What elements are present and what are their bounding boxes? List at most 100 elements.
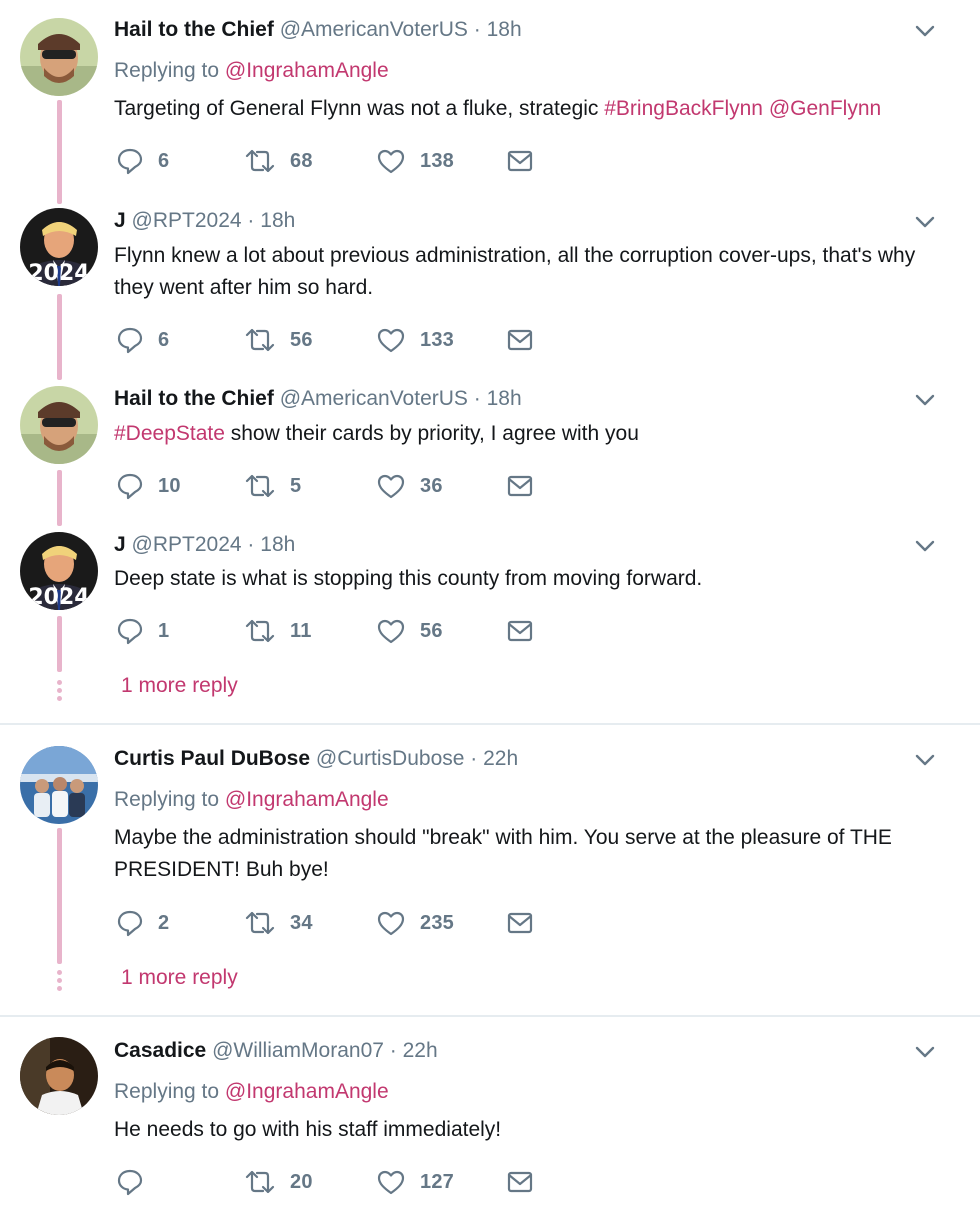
reply-icon bbox=[116, 617, 144, 645]
replying-to-mention[interactable]: @IngrahamAngle bbox=[225, 59, 389, 82]
tweet-actions: 1 11 56 bbox=[116, 616, 556, 646]
tweet-header: J @RPT2024 · 18h bbox=[114, 207, 295, 235]
direct-message-icon bbox=[506, 328, 534, 352]
author-handle[interactable]: @AmericanVoterUS bbox=[280, 387, 468, 410]
retweet-button[interactable]: 68 bbox=[244, 146, 313, 176]
replying-to: Replying to @IngrahamAngle bbox=[114, 786, 389, 814]
like-count: 36 bbox=[420, 474, 443, 497]
retweet-icon bbox=[244, 617, 276, 645]
tweet-text: #DeepState show their cards by priority,… bbox=[114, 418, 954, 450]
like-button[interactable]: 133 bbox=[376, 325, 454, 355]
like-button[interactable]: 138 bbox=[376, 146, 454, 176]
direct-message-button[interactable] bbox=[506, 1167, 534, 1197]
tweet-header: Hail to the Chief @AmericanVoterUS · 18h bbox=[114, 16, 522, 44]
replying-to-mention[interactable]: @IngrahamAngle bbox=[225, 1080, 389, 1103]
author-handle[interactable]: @WilliamMoran07 bbox=[212, 1039, 384, 1062]
retweet-button[interactable]: 34 bbox=[244, 908, 313, 938]
like-button[interactable]: 56 bbox=[376, 616, 443, 646]
reply-button[interactable]: 6 bbox=[116, 146, 169, 176]
like-button[interactable]: 235 bbox=[376, 908, 454, 938]
author-name[interactable]: Hail to the Chief bbox=[114, 18, 274, 41]
more-replies-link[interactable]: 1 more reply bbox=[121, 966, 238, 990]
reply-button[interactable]: 10 bbox=[116, 471, 181, 501]
time-separator: · bbox=[473, 387, 481, 410]
thread-line bbox=[57, 100, 62, 204]
retweet-button[interactable]: 11 bbox=[244, 616, 312, 646]
retweet-icon bbox=[244, 909, 276, 937]
like-count: 235 bbox=[420, 911, 454, 934]
avatar[interactable] bbox=[20, 18, 98, 96]
avatar[interactable]: 2024 bbox=[20, 532, 98, 610]
author-name[interactable]: J bbox=[114, 533, 126, 556]
avatar[interactable] bbox=[20, 1037, 98, 1115]
chevron-down-icon[interactable] bbox=[914, 20, 936, 42]
more-replies-link[interactable]: 1 more reply bbox=[121, 674, 238, 698]
replying-to-mention[interactable]: @IngrahamAngle bbox=[225, 788, 389, 811]
tweet-actions: 10 5 36 bbox=[116, 471, 556, 501]
tweet-text: Targeting of General Flynn was not a flu… bbox=[114, 93, 954, 125]
direct-message-icon bbox=[506, 911, 534, 935]
tweet-time[interactable]: 22h bbox=[403, 1039, 438, 1062]
retweet-button[interactable]: 5 bbox=[244, 471, 301, 501]
tweet-header: Hail to the Chief @AmericanVoterUS · 18h bbox=[114, 385, 522, 413]
avatar[interactable] bbox=[20, 386, 98, 464]
reply-button[interactable] bbox=[116, 1167, 158, 1197]
thread-line bbox=[57, 828, 62, 964]
reply-icon bbox=[116, 472, 144, 500]
like-button[interactable]: 127 bbox=[376, 1167, 454, 1197]
tweet-actions: 20 127 bbox=[116, 1167, 556, 1197]
reply-button[interactable]: 6 bbox=[116, 325, 169, 355]
tweet-time[interactable]: 18h bbox=[260, 209, 295, 232]
author-name[interactable]: Casadice bbox=[114, 1039, 206, 1062]
author-handle[interactable]: @AmericanVoterUS bbox=[280, 18, 468, 41]
reply-icon bbox=[116, 1168, 144, 1196]
avatar[interactable]: 2024 bbox=[20, 208, 98, 286]
author-name[interactable]: Curtis Paul DuBose bbox=[114, 747, 310, 770]
retweet-button[interactable]: 56 bbox=[244, 325, 313, 355]
like-count: 138 bbox=[420, 149, 454, 172]
like-icon bbox=[376, 326, 406, 354]
direct-message-button[interactable] bbox=[506, 325, 534, 355]
chevron-down-icon[interactable] bbox=[914, 211, 936, 233]
like-icon bbox=[376, 147, 406, 175]
retweet-count: 34 bbox=[290, 911, 313, 934]
retweet-button[interactable]: 20 bbox=[244, 1167, 313, 1197]
avatar[interactable] bbox=[20, 746, 98, 824]
retweet-count: 5 bbox=[290, 474, 302, 497]
direct-message-button[interactable] bbox=[506, 471, 534, 501]
like-button[interactable]: 36 bbox=[376, 471, 443, 501]
tweet-time[interactable]: 18h bbox=[487, 387, 522, 410]
mention-link[interactable]: @GenFlynn bbox=[769, 97, 881, 120]
chevron-down-icon[interactable] bbox=[914, 535, 936, 557]
author-handle[interactable]: @RPT2024 bbox=[132, 533, 242, 556]
tweet-actions: 6 68 138 bbox=[116, 146, 556, 176]
hashtag-link[interactable]: #BringBackFlynn bbox=[604, 97, 763, 120]
reply-count: 1 bbox=[158, 619, 170, 642]
reply-button[interactable]: 1 bbox=[116, 616, 169, 646]
author-name[interactable]: Hail to the Chief bbox=[114, 387, 274, 410]
divider bbox=[0, 723, 980, 725]
reply-icon bbox=[116, 909, 144, 937]
direct-message-button[interactable] bbox=[506, 908, 534, 938]
tweet-header: Casadice @WilliamMoran07 · 22h bbox=[114, 1037, 438, 1065]
direct-message-button[interactable] bbox=[506, 616, 534, 646]
tweet-time[interactable]: 22h bbox=[483, 747, 518, 770]
chevron-down-icon[interactable] bbox=[914, 749, 936, 771]
reply-button[interactable]: 2 bbox=[116, 908, 169, 938]
chevron-down-icon[interactable] bbox=[914, 1041, 936, 1063]
tweet-actions: 2 34 235 bbox=[116, 908, 556, 938]
tweet-time[interactable]: 18h bbox=[260, 533, 295, 556]
time-separator: · bbox=[473, 18, 481, 41]
direct-message-icon bbox=[506, 149, 534, 173]
tweet-time[interactable]: 18h bbox=[487, 18, 522, 41]
author-handle[interactable]: @CurtisDubose bbox=[316, 747, 465, 770]
like-icon bbox=[376, 1168, 406, 1196]
like-icon bbox=[376, 472, 406, 500]
author-name[interactable]: J bbox=[114, 209, 126, 232]
retweet-count: 68 bbox=[290, 149, 313, 172]
hashtag-link[interactable]: #DeepState bbox=[114, 422, 225, 445]
direct-message-button[interactable] bbox=[506, 146, 534, 176]
author-handle[interactable]: @RPT2024 bbox=[132, 209, 242, 232]
thread-line bbox=[57, 616, 62, 672]
chevron-down-icon[interactable] bbox=[914, 389, 936, 411]
